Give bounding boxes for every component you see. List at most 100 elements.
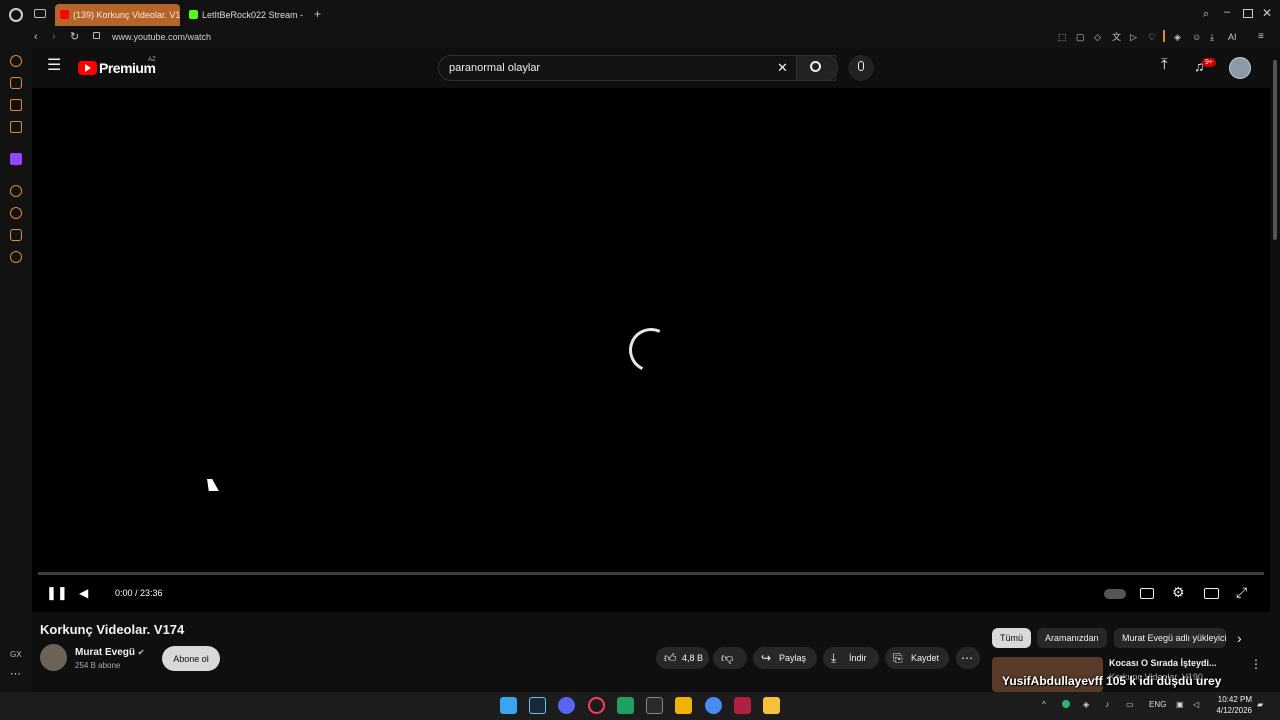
more-horizontal-icon: ⋯ (961, 651, 973, 665)
aria-ai-icon[interactable]: AI (1228, 31, 1237, 43)
maximize-icon[interactable] (1243, 9, 1253, 18)
miniplayer-icon[interactable] (1204, 588, 1219, 599)
suggested-video-title[interactable]: Kocası O Sırada İşteydi... (1109, 658, 1239, 668)
download-icon[interactable]: ⤓ (1210, 31, 1214, 43)
tab-label: LetItBeRock022 Stream - Y (202, 10, 304, 20)
fullscreen-icon[interactable]: ⤢ (1236, 585, 1247, 599)
twitch-icon[interactable] (10, 153, 22, 165)
windows-start-icon[interactable] (500, 697, 517, 714)
language-indicator[interactable]: ENG (1149, 700, 1166, 709)
tray-steam-icon[interactable]: ◈ (1083, 700, 1089, 709)
loading-spinner-icon (622, 321, 680, 379)
like-count: 4,8 B (682, 653, 704, 663)
bag-icon[interactable] (10, 77, 22, 89)
messenger-icon[interactable] (10, 121, 22, 133)
back-icon[interactable]: ‹ (34, 31, 38, 43)
clear-search-icon[interactable]: ✕ (777, 61, 788, 74)
notification-center-icon[interactable]: ▰ (1257, 700, 1263, 709)
discord-icon[interactable] (558, 697, 575, 714)
download-button[interactable]: ⤓ İndir (823, 647, 879, 669)
hamburger-menu-icon[interactable]: ☰ (47, 58, 61, 74)
progress-bar[interactable] (38, 572, 1264, 575)
captions-icon[interactable] (1140, 588, 1154, 599)
taskbar-clock[interactable]: 10:42 PM 4/12/2026 (1212, 694, 1252, 716)
tab-letitbrock-stream[interactable]: LetItBeRock022 Stream - Y (184, 4, 304, 26)
history-icon[interactable] (10, 207, 22, 219)
tab-workspace-icon[interactable] (34, 9, 46, 18)
search-button[interactable] (796, 55, 838, 81)
tray-volume-icon[interactable]: ◁ (1193, 700, 1199, 709)
app-green-icon[interactable] (617, 697, 634, 714)
upload-icon[interactable]: ⤒ (1161, 57, 1168, 72)
subscribe-button[interactable]: Abone ol (162, 646, 220, 671)
scrollbar-thumb[interactable] (1273, 60, 1277, 240)
settings-gear-icon[interactable]: ⚙ (1172, 585, 1185, 599)
minimize-icon[interactable]: – (1224, 6, 1230, 18)
clock-date: 4/12/2026 (1216, 706, 1252, 715)
save-button[interactable]: ⎘ Kaydet (885, 647, 949, 669)
forward-icon[interactable]: › (52, 31, 56, 43)
gx-corner-icon[interactable] (10, 55, 22, 67)
download-arrow-icon: ⤓ (831, 651, 837, 665)
chip-uploader[interactable]: Murat Evegü adlı yükleyici (1114, 628, 1226, 648)
extensions-icon[interactable]: ◈ (1174, 31, 1181, 43)
page-scrollbar[interactable] (1270, 48, 1280, 692)
kick-favicon-icon (189, 10, 198, 19)
time-display: 0:00 / 23:36 (115, 588, 163, 598)
like-button[interactable]: 👍︎ 4,8 B (656, 647, 709, 669)
tray-chevron-icon[interactable]: ^ (1042, 700, 1046, 709)
tray-monitor-icon[interactable]: ▣ (1176, 700, 1184, 709)
account-avatar[interactable] (1229, 57, 1251, 79)
tray-mic-icon[interactable]: ♪ (1105, 700, 1109, 709)
reload-icon[interactable]: ↻ (70, 31, 79, 43)
channel-name[interactable]: Murat Evegü ✔ (75, 647, 145, 658)
chip-from-search[interactable]: Aramanızdan (1037, 628, 1107, 648)
chrome-icon[interactable] (705, 697, 722, 714)
menu-icon[interactable]: ≡ (1258, 31, 1264, 43)
extensions-side-icon[interactable] (10, 229, 22, 241)
volume-icon[interactable]: ◀ (79, 587, 88, 599)
url-text[interactable]: www.youtube.com/watch (112, 32, 211, 42)
settings-icon[interactable] (10, 251, 22, 263)
tray-green-icon[interactable] (1062, 700, 1070, 708)
lock-icon (93, 32, 100, 39)
verified-icon: ✔ (137, 648, 145, 657)
pause-icon[interactable]: ❚❚ (46, 586, 68, 599)
channel-avatar[interactable] (40, 644, 67, 671)
dzl-app-icon[interactable] (734, 697, 751, 714)
steam-icon[interactable] (529, 697, 546, 714)
gx-label[interactable]: GX (10, 650, 22, 659)
chevron-right-icon[interactable]: › (1237, 631, 1242, 645)
autoplay-toggle-icon[interactable] (1104, 589, 1126, 599)
more-actions-button[interactable]: ⋯ (956, 647, 980, 669)
play-icon[interactable]: ▷ (1130, 31, 1137, 43)
notification-badge: 9+ (1202, 58, 1216, 67)
more-vertical-icon[interactable]: ⋮ (1250, 658, 1262, 670)
close-window-icon[interactable]: ✕ (1262, 7, 1272, 19)
share-button[interactable]: ↪ Paylaş (753, 647, 817, 669)
epic-games-icon[interactable] (646, 697, 663, 714)
voice-search-button[interactable] (848, 55, 874, 81)
tab-korkunc-videolar[interactable]: (139) Korkunç Videolar. V1 (55, 4, 180, 26)
search-input[interactable] (449, 62, 769, 74)
rockstar-icon[interactable] (675, 697, 692, 714)
video-player[interactable]: ❚❚ ◀ 0:00 / 23:36 ⚙ ⤢ (32, 88, 1270, 612)
file-explorer-icon[interactable] (763, 697, 780, 714)
tray-keyboard-icon[interactable]: ▭ (1126, 700, 1134, 709)
search-tabs-icon[interactable]: ⌕ (1203, 8, 1209, 20)
translate-icon[interactable]: 文 (1112, 31, 1121, 43)
shield-icon[interactable]: ◇ (1094, 31, 1101, 43)
wallet-icon[interactable] (10, 99, 22, 111)
new-tab-icon[interactable]: + (311, 8, 324, 21)
snapshot-icon[interactable]: ▢ (1076, 31, 1085, 43)
bookmark-icon[interactable]: ⬚ (1058, 31, 1067, 43)
more-icon[interactable]: ⋯ (10, 668, 21, 680)
save-bookmark-icon: ⎘ (893, 651, 903, 665)
dislike-button[interactable]: 👎︎ (713, 647, 747, 669)
player-icon[interactable] (10, 185, 22, 197)
opera-gx-icon[interactable] (588, 697, 605, 714)
opera-logo-icon[interactable] (9, 8, 23, 22)
profile-icon[interactable]: ☺ (1192, 31, 1201, 43)
heart-icon[interactable]: ♡ (1148, 31, 1156, 43)
chip-all[interactable]: Tümü (992, 628, 1032, 648)
